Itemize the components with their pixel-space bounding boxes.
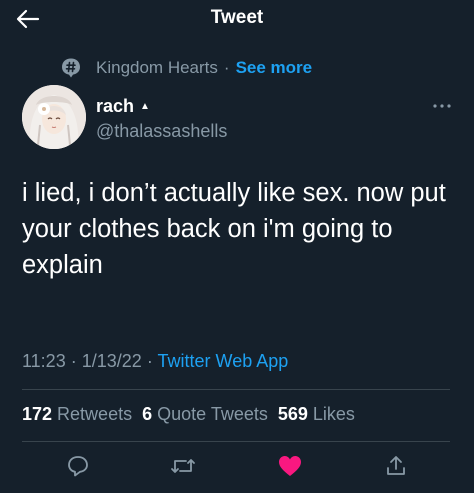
tweet-source[interactable]: Twitter Web App [158, 351, 289, 371]
likes-stat[interactable]: 569 Likes [278, 404, 355, 425]
likes-count: 569 [277, 404, 308, 424]
more-icon [433, 104, 451, 108]
divider [22, 389, 450, 390]
quotes-label: Quote Tweets [157, 404, 268, 424]
retweets-count: 172 [22, 404, 53, 424]
share-button[interactable] [381, 452, 411, 480]
tweet-stats: 172 Retweets 6 Quote Tweets 569 Likes [22, 404, 365, 425]
action-bar [0, 448, 474, 484]
heart-icon [279, 456, 301, 476]
quotes-count: 6 [142, 404, 153, 424]
see-more-link[interactable]: See more [236, 58, 313, 78]
author-name-row[interactable]: rach ▲ [96, 96, 227, 117]
tweet-date[interactable]: 1/13/22 [82, 351, 142, 371]
likes-label: Likes [312, 404, 355, 424]
avatar-image [22, 85, 86, 149]
display-name[interactable]: rach [96, 96, 134, 117]
topic-name[interactable]: Kingdom Hearts [96, 58, 218, 78]
share-icon [387, 456, 405, 475]
meta-separator: · [146, 351, 153, 371]
user-handle[interactable]: @thalassashells [96, 121, 227, 142]
reply-button[interactable] [63, 452, 93, 480]
tweet-text: i lied, i don’t actually like sex. now p… [22, 179, 446, 279]
top-bar: Tweet [0, 0, 474, 40]
more-options-button[interactable] [430, 98, 454, 114]
topic-icon [62, 58, 80, 78]
quotes-stat[interactable]: 6 Quote Tweets [142, 404, 268, 425]
avatar[interactable] [22, 85, 86, 149]
author-info: rach ▲ @thalassashells [96, 96, 227, 142]
meta-separator: · [70, 351, 77, 371]
topic-context: Kingdom Hearts · See more [60, 56, 312, 80]
topic-separator: · [223, 58, 230, 77]
tweet-time[interactable]: 11:23 [22, 351, 66, 371]
reply-icon [68, 456, 88, 477]
divider [22, 441, 450, 442]
page-title: Tweet [210, 7, 264, 28]
retweets-label: Retweets [57, 404, 133, 424]
retweet-icon [171, 459, 195, 473]
retweets-stat[interactable]: 172 Retweets [22, 404, 132, 425]
caret-icon: ▲ [140, 101, 150, 112]
retweet-button[interactable] [168, 452, 198, 480]
like-button[interactable] [275, 452, 305, 480]
tweet-meta: 11:23 · 1/13/22 · Twitter Web App [22, 351, 288, 372]
